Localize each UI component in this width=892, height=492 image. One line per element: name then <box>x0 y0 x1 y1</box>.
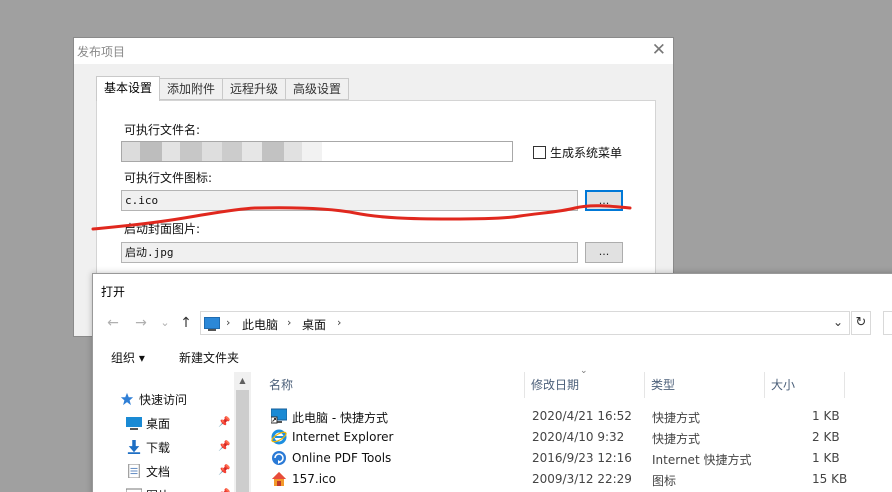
browse-icon-button[interactable]: ... <box>585 190 623 211</box>
file-size: 2 KB <box>812 430 840 444</box>
chevron-right-icon[interactable]: › <box>337 316 341 329</box>
open-dialog-title: 打开 <box>101 285 126 299</box>
file-row[interactable]: 此电脑 - 快捷方式 2020/4/21 16:52 快捷方式 1 KB <box>263 406 873 427</box>
tab-strip: 基本设置 添加附件 远程升级 高级设置 <box>96 76 350 101</box>
file-type: 快捷方式 <box>652 432 701 446</box>
this-pc-icon <box>204 317 220 331</box>
exe-name-field[interactable] <box>121 141 513 162</box>
column-header-date[interactable]: 修改日期 <box>525 372 645 398</box>
address-bar[interactable]: › 此电脑 › 桌面 › ⌄ <box>200 311 850 335</box>
file-date: 2009/3/12 22:29 <box>532 472 632 486</box>
document-icon <box>128 464 140 478</box>
tab-advanced-settings[interactable]: 高级设置 <box>286 78 350 100</box>
internet-explorer-icon <box>271 429 287 445</box>
chevron-down-icon[interactable]: ⌄ <box>833 315 843 329</box>
tab-remote-upgrade[interactable]: 远程升级 <box>223 78 287 100</box>
up-arrow-icon[interactable]: ↑ <box>176 313 196 333</box>
gen-menu-label: 生成系统菜单 <box>550 146 623 160</box>
file-type: 图标 <box>652 474 677 488</box>
exe-icon-field[interactable]: c.ico <box>121 190 578 211</box>
file-date: 2016/9/23 12:16 <box>532 451 632 465</box>
file-size: 15 KB <box>812 472 848 486</box>
scroll-up-arrow-icon[interactable]: ▲ <box>234 372 251 389</box>
file-size: 1 KB <box>812 451 840 465</box>
recent-locations-icon[interactable]: ⌄ <box>155 313 175 333</box>
picture-icon <box>126 488 142 492</box>
web-shortcut-icon <box>272 451 286 465</box>
publish-dialog-title: 发布项目 <box>77 45 126 59</box>
download-icon <box>127 440 141 454</box>
file-name: Online PDF Tools <box>292 451 392 465</box>
pin-icon[interactable]: 📌 <box>218 465 230 476</box>
refresh-icon[interactable]: ↻ <box>851 311 871 335</box>
chevron-right-icon[interactable]: › <box>287 316 291 329</box>
file-name: 157.ico <box>292 472 336 486</box>
scrollbar-thumb[interactable] <box>236 390 249 492</box>
chevron-right-icon[interactable]: › <box>226 316 230 329</box>
organize-button[interactable]: 组织 ▾ <box>111 349 145 366</box>
computer-shortcut-icon <box>271 408 287 424</box>
file-date: 2020/4/21 16:52 <box>532 409 632 423</box>
splash-label: 启动封面图片: <box>124 222 201 236</box>
navigation-pane: 快速访问 桌面 下载 文档 图片 📌 📌 📌 📌 ▲ <box>94 372 251 492</box>
search-input[interactable] <box>883 311 892 335</box>
nav-pane-scrollbar[interactable]: ▲ <box>234 372 251 492</box>
pin-icon[interactable]: 📌 <box>218 441 230 452</box>
exe-icon-label: 可执行文件图标: <box>124 171 213 185</box>
file-row[interactable]: Internet Explorer 2020/4/10 9:32 快捷方式 2 … <box>263 427 873 448</box>
close-icon[interactable]: ✕ <box>652 41 666 59</box>
column-header-name[interactable]: 名称 <box>263 372 525 398</box>
back-arrow-icon[interactable]: ← <box>103 313 123 333</box>
desktop-icon <box>126 417 142 430</box>
file-date: 2020/4/10 9:32 <box>532 430 625 444</box>
splash-field[interactable]: 启动.jpg <box>121 242 578 263</box>
column-header-type[interactable]: 类型 <box>645 372 765 398</box>
pin-icon[interactable]: 📌 <box>218 417 230 428</box>
tab-basic-settings[interactable]: 基本设置 <box>96 76 161 101</box>
file-type: Internet 快捷方式 <box>652 453 752 467</box>
file-type: 快捷方式 <box>652 411 701 425</box>
breadcrumb-desktop[interactable]: 桌面 <box>302 316 326 333</box>
new-folder-button[interactable]: 新建文件夹 <box>179 349 239 366</box>
forward-arrow-icon[interactable]: → <box>131 313 151 333</box>
file-size: 1 KB <box>812 409 840 423</box>
file-row[interactable]: 157.ico 2009/3/12 22:29 图标 15 KB <box>263 469 873 490</box>
publish-titlebar: 发布项目 ✕ <box>74 38 673 64</box>
star-icon <box>120 392 134 406</box>
tab-add-attachments[interactable]: 添加附件 <box>160 78 224 100</box>
column-header-size[interactable]: 大小 <box>765 372 845 398</box>
open-file-dialog: 打开 ← → ⌄ ↑ › 此电脑 › 桌面 › ⌄ ↻ 组织 ▾ 新建文件夹 快… <box>92 273 892 492</box>
browse-splash-button[interactable]: ... <box>585 242 623 263</box>
file-name: Internet Explorer <box>292 430 394 444</box>
file-row[interactable]: Online PDF Tools 2016/9/23 12:16 Interne… <box>263 448 873 469</box>
command-bar: 组织 ▾ 新建文件夹 <box>93 343 892 371</box>
redacted-text <box>122 142 322 161</box>
gen-menu-checkbox[interactable] <box>533 146 546 159</box>
house-icon <box>272 472 286 486</box>
file-name: 此电脑 - 快捷方式 <box>292 411 388 425</box>
breadcrumb-this-pc[interactable]: 此电脑 <box>242 316 278 333</box>
exe-name-label: 可执行文件名: <box>124 123 201 137</box>
navigation-bar: ← → ⌄ ↑ › 此电脑 › 桌面 › ⌄ ↻ <box>93 308 892 338</box>
